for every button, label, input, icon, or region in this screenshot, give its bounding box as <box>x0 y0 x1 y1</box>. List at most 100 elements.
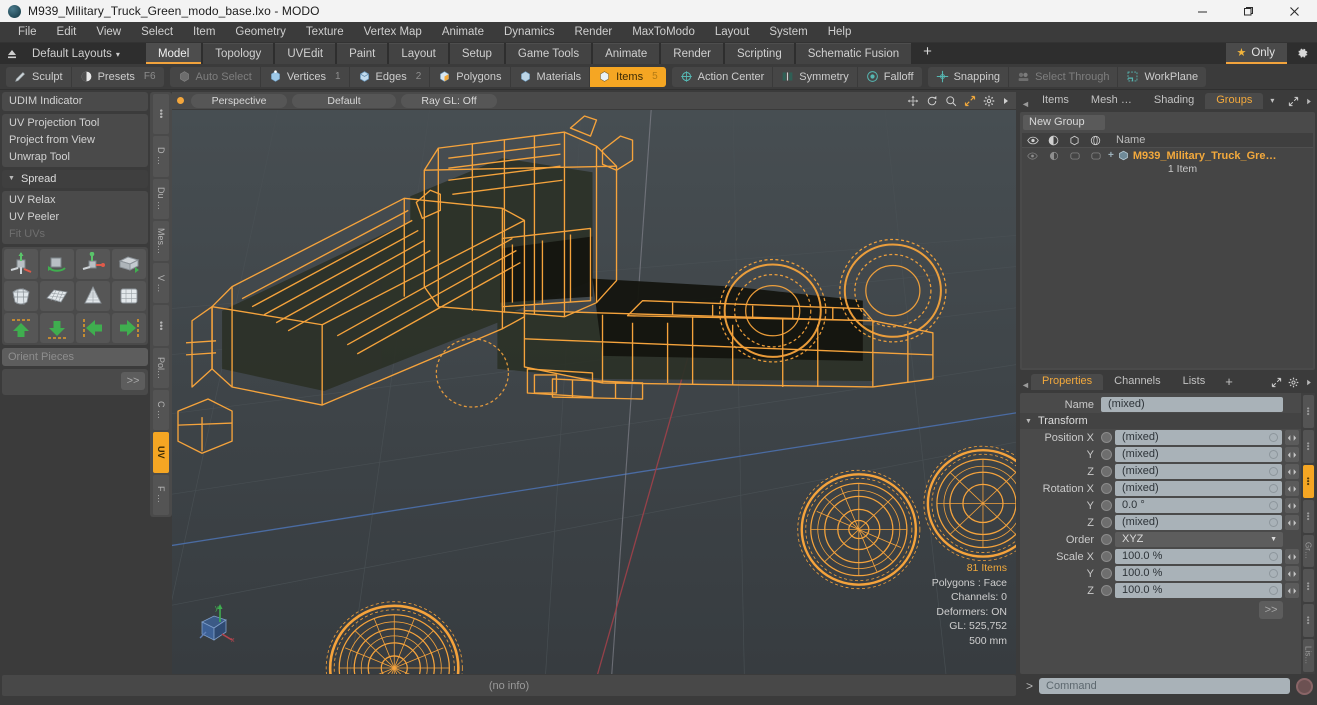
expand-panel-icon[interactable] <box>1288 96 1299 107</box>
menu-item[interactable]: Item <box>183 22 225 43</box>
new-group-button[interactable]: New Group <box>1023 115 1105 130</box>
vtab-deform[interactable]: D … <box>153 136 169 177</box>
position-z-spinner[interactable] <box>1285 464 1299 479</box>
order-select[interactable]: XYZ ▼ <box>1115 532 1283 547</box>
gear-icon[interactable] <box>1288 377 1299 388</box>
add-properties-tab-button[interactable]: + <box>1216 374 1242 390</box>
row-visibility-toggle[interactable] <box>1022 152 1043 160</box>
position-y-channel-dot[interactable] <box>1101 449 1112 460</box>
tabbar-left-arrow-icon[interactable]: ◄ <box>1020 99 1031 109</box>
left-panel-more-button[interactable]: >> <box>121 372 145 390</box>
zoom-icon[interactable] <box>945 95 957 107</box>
position-x-spinner[interactable] <box>1285 430 1299 445</box>
shading-column-icon[interactable] <box>1043 135 1064 146</box>
panel-more-arrow-icon[interactable] <box>1305 96 1313 107</box>
align-right-button[interactable] <box>112 313 146 343</box>
scale-z-spinner[interactable] <box>1285 583 1299 598</box>
vtab-fusion[interactable]: F … <box>153 474 169 515</box>
options-gear-icon[interactable] <box>983 95 995 107</box>
scale-uv-button[interactable] <box>76 249 110 279</box>
align-left-button[interactable] <box>76 313 110 343</box>
menu-help[interactable]: Help <box>818 22 862 43</box>
tab-animate[interactable]: Animate <box>593 43 660 64</box>
shading-selector[interactable]: Default <box>292 93 396 108</box>
menu-texture[interactable]: Texture <box>296 22 354 43</box>
rotate-icon[interactable] <box>926 95 938 107</box>
flip-uv-button[interactable] <box>112 249 146 279</box>
rail-tab-2[interactable]: ••• <box>1302 464 1314 498</box>
menu-dynamics[interactable]: Dynamics <box>494 22 564 43</box>
tab-model[interactable]: Model <box>145 43 202 64</box>
position-x-channel-dot[interactable] <box>1101 432 1112 443</box>
menu-system[interactable]: System <box>759 22 817 43</box>
vtab-uv[interactable]: UV <box>153 432 169 473</box>
lock-column-icon[interactable] <box>1085 135 1106 146</box>
rtab-lists[interactable]: Lists <box>1171 374 1217 390</box>
move-uv-button[interactable] <box>4 249 38 279</box>
tab-layout[interactable]: Layout <box>389 43 448 64</box>
unwrap-tool-row[interactable]: Unwrap Tool <box>3 149 147 166</box>
edges-mode-button[interactable]: Edges 2 <box>350 66 431 87</box>
menu-animate[interactable]: Animate <box>432 22 494 43</box>
grid-uv-button[interactable] <box>40 281 74 311</box>
rail-tab-lists[interactable]: Lis… <box>1302 639 1314 672</box>
tab-uvedit[interactable]: UVEdit <box>275 43 336 64</box>
rotation-y-spinner[interactable] <box>1285 498 1299 513</box>
view-mode-selector[interactable]: Perspective <box>191 93 287 108</box>
visibility-column-icon[interactable] <box>1022 136 1043 145</box>
orient-pieces-input[interactable]: Orient Pieces <box>2 348 148 366</box>
rtab-channels[interactable]: Channels <box>1103 374 1172 390</box>
rail-tab-6[interactable]: ••• <box>1302 604 1314 638</box>
scale-y-spinner[interactable] <box>1285 566 1299 581</box>
scale-x-input[interactable]: 100.0 % <box>1115 549 1282 564</box>
transform-section-header[interactable]: ▼ Transform <box>1020 413 1301 429</box>
vtab-mesh[interactable]: Mes… <box>153 220 169 262</box>
render-column-icon[interactable] <box>1064 135 1085 146</box>
scale-z-channel-dot[interactable] <box>1101 585 1112 596</box>
row-shading-toggle[interactable] <box>1043 151 1064 161</box>
menu-vertex-map[interactable]: Vertex Map <box>354 22 432 43</box>
more-arrow-icon[interactable] <box>1002 95 1010 107</box>
rail-tab-5[interactable]: ••• <box>1302 569 1314 603</box>
rotation-x-input[interactable]: (mixed) <box>1115 481 1282 496</box>
table-row[interactable]: + M939_Military_Truck_Gre… <box>1022 148 1313 163</box>
vtab-0[interactable]: ••• <box>153 94 169 135</box>
layout-settings-button[interactable] <box>1287 43 1317 64</box>
uv-peeler-row[interactable]: UV Peeler <box>3 209 147 226</box>
tab-setup[interactable]: Setup <box>449 43 504 64</box>
uv-projection-tool-row[interactable]: UV Projection Tool <box>3 115 147 132</box>
command-input[interactable]: Command <box>1039 678 1290 694</box>
minimize-button[interactable] <box>1179 0 1225 22</box>
row-render-toggle[interactable] <box>1064 152 1085 160</box>
rtab-groups[interactable]: Groups <box>1205 93 1264 109</box>
vtab-duplicate[interactable]: Du … <box>153 178 169 219</box>
workplane-button[interactable]: WorkPlane <box>1118 67 1206 87</box>
materials-mode-button[interactable]: Materials <box>511 66 591 87</box>
action-center-button[interactable]: Action Center <box>672 66 774 87</box>
tab-paint[interactable]: Paint <box>337 43 388 64</box>
scale-z-input[interactable]: 100.0 % <box>1115 583 1282 598</box>
tab-render[interactable]: Render <box>661 43 723 64</box>
panel-more-arrow-icon[interactable] <box>1305 377 1313 388</box>
align-up-button[interactable] <box>4 313 38 343</box>
rotation-x-spinner[interactable] <box>1285 481 1299 496</box>
cone-uv-button[interactable] <box>76 281 110 311</box>
viewport-3d[interactable]: 81 Items Polygons : Face Channels: 0 Def… <box>172 110 1016 674</box>
rotation-y-input[interactable]: 0.0 ° <box>1115 498 1282 513</box>
record-icon[interactable] <box>1296 677 1313 695</box>
select-through-button[interactable]: Select Through <box>1009 66 1119 87</box>
scale-x-channel-dot[interactable] <box>1101 551 1112 562</box>
fit-mesh-button[interactable] <box>4 281 38 311</box>
layout-up-icon[interactable] <box>0 48 24 60</box>
rtab-mesh[interactable]: Mesh … <box>1079 93 1143 109</box>
fit-icon[interactable] <box>964 95 976 107</box>
tab-game-tools[interactable]: Game Tools <box>505 43 592 64</box>
scale-y-channel-dot[interactable] <box>1101 568 1112 579</box>
falloff-button[interactable]: Falloff <box>858 67 922 87</box>
position-y-input[interactable]: (mixed) <box>1115 447 1282 462</box>
fit-uvs-row[interactable]: Fit UVs <box>3 226 147 243</box>
row-lock-toggle[interactable] <box>1085 152 1106 160</box>
menu-view[interactable]: View <box>86 22 131 43</box>
tab-overflow-caret-icon[interactable]: ▾ <box>1263 93 1282 109</box>
rotation-z-spinner[interactable] <box>1285 515 1299 530</box>
